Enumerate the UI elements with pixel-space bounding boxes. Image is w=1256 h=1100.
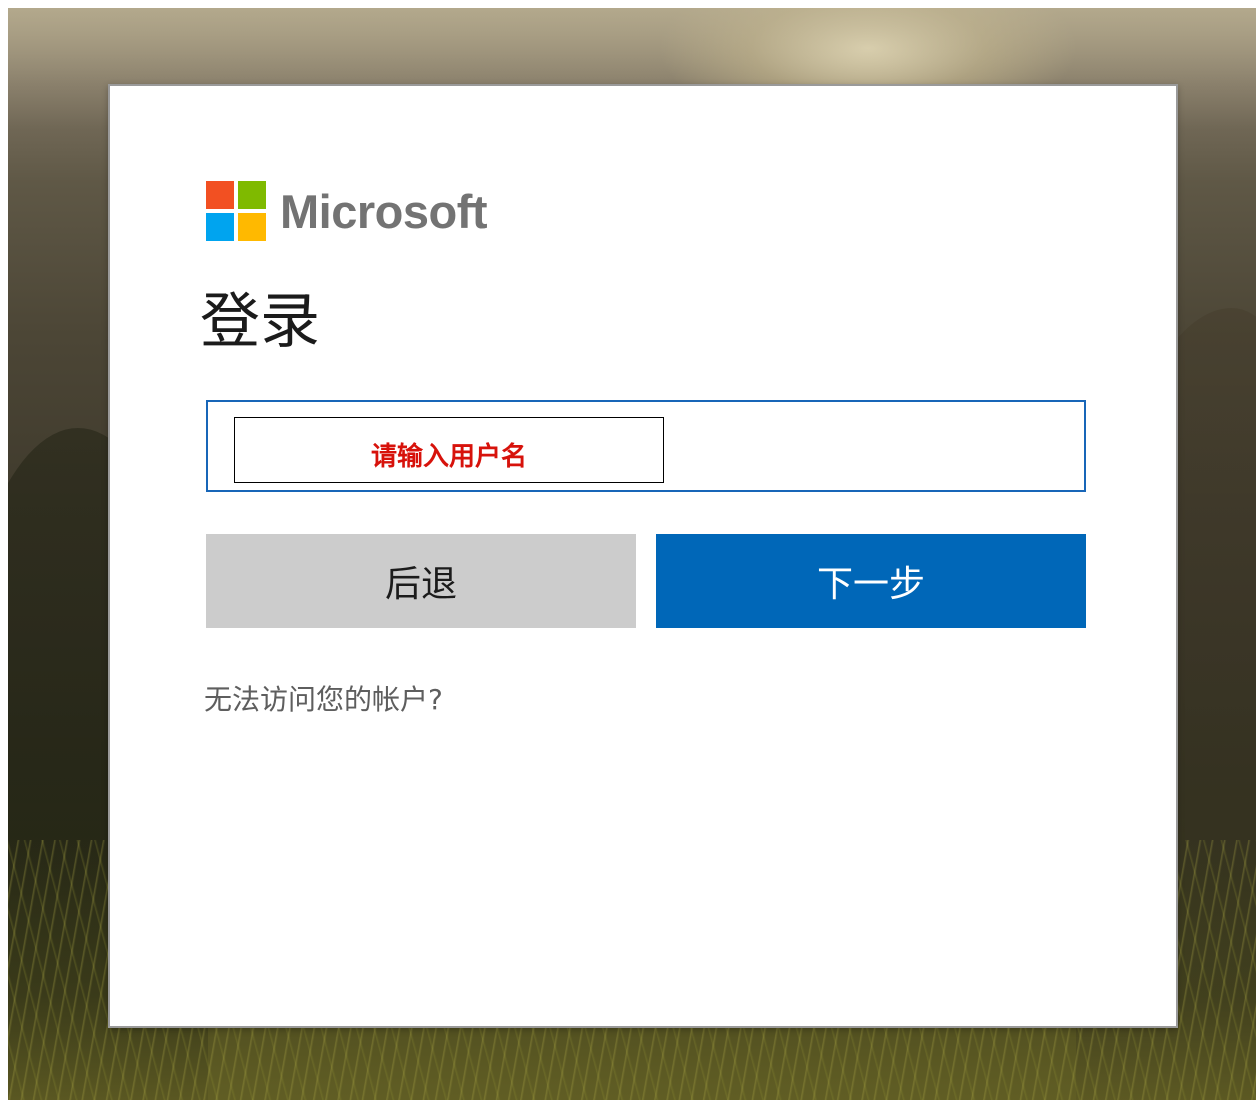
logo-blue-square [206,213,234,241]
username-field[interactable] [206,400,1086,492]
brand-name: Microsoft [280,184,488,238]
logo-green-square [238,181,266,209]
brand-header: Microsoft [206,180,488,242]
cant-access-account-link[interactable]: 无法访问您的帐户? [204,678,443,718]
microsoft-logo-icon [206,181,266,241]
logo-red-square [206,181,234,209]
page-title: 登录 [200,287,320,357]
screen: Microsoft 登录 后退 下一步 无法访问您的帐户? [0,0,1256,1100]
next-button[interactable]: 下一步 [656,534,1086,628]
back-button[interactable]: 后退 [206,534,636,628]
signin-card: Microsoft 登录 后退 下一步 无法访问您的帐户? [108,84,1178,1028]
logo-yellow-square [238,213,266,241]
username-input[interactable] [234,417,664,483]
